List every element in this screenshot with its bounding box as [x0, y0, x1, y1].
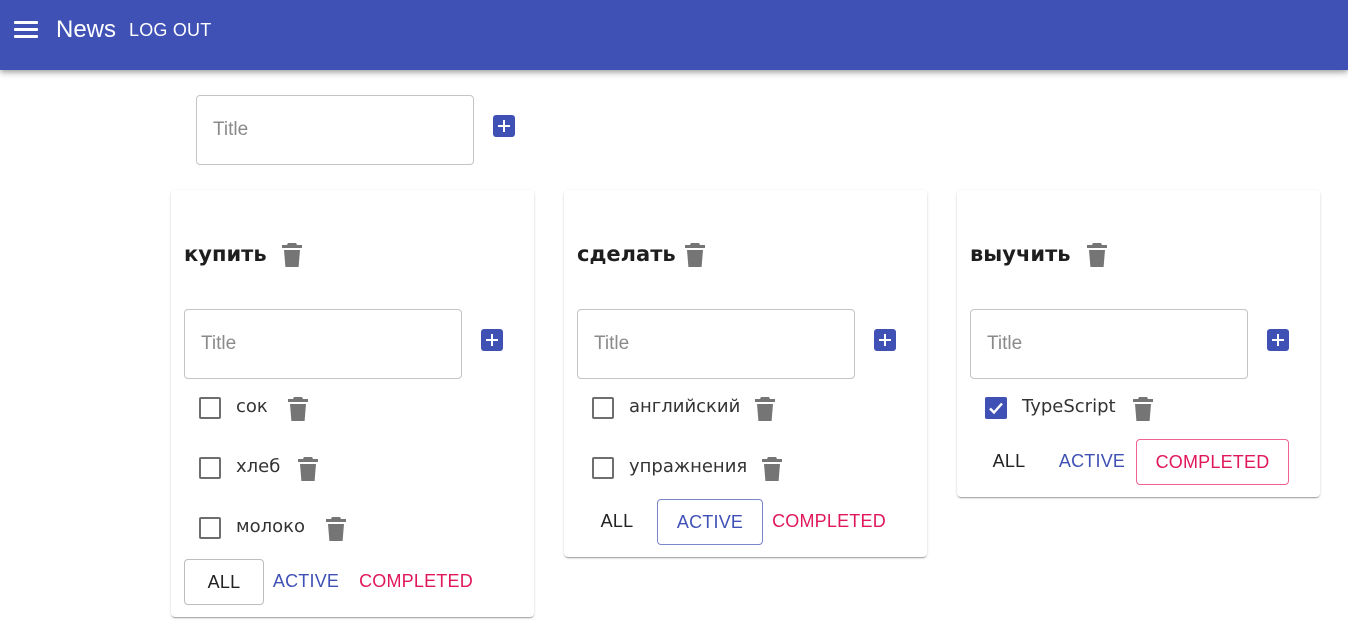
todolist-card: сделать английский упражнения ALL ACTIVE… — [564, 190, 927, 557]
add-task-button[interactable] — [1267, 329, 1289, 351]
add-task-button[interactable] — [481, 329, 503, 351]
add-task-button[interactable] — [874, 329, 896, 351]
task-label: TypeScript — [1022, 396, 1116, 417]
task-item: TypeScript — [957, 389, 1320, 429]
todolist-card: купить сок хлеб молоко ALL ACTIVE COMPLE… — [171, 190, 534, 617]
add-list-button[interactable] — [493, 115, 515, 137]
task-label: английский — [629, 396, 741, 417]
task-checkbox[interactable] — [985, 397, 1007, 419]
delete-task-icon[interactable] — [288, 397, 308, 421]
task-label: хлеб — [236, 456, 281, 477]
task-title-input[interactable] — [185, 310, 461, 378]
delete-task-icon[interactable] — [755, 397, 775, 421]
new-list-title-field[interactable] — [196, 95, 474, 165]
menu-icon[interactable] — [14, 20, 38, 40]
filter-active-button[interactable]: ACTIVE — [657, 499, 763, 545]
filter-active-button[interactable]: ACTIVE — [267, 559, 345, 605]
delete-task-icon[interactable] — [1133, 397, 1153, 421]
task-label: молоко — [236, 516, 305, 537]
task-label: упражнения — [629, 456, 748, 477]
task-title-field[interactable] — [577, 309, 855, 379]
task-checkbox[interactable] — [592, 457, 614, 479]
filter-all-button[interactable]: ALL — [577, 499, 657, 545]
task-label: сок — [236, 396, 268, 417]
filter-completed-button[interactable]: COMPLETED — [353, 559, 479, 605]
task-item: молоко — [171, 509, 534, 549]
delete-list-icon[interactable] — [685, 243, 705, 267]
delete-list-icon[interactable] — [282, 243, 302, 267]
task-checkbox[interactable] — [199, 517, 221, 539]
delete-task-icon[interactable] — [762, 457, 782, 481]
todolist-card: выучить TypeScript ALL ACTIVE COMPLETED — [957, 190, 1320, 497]
task-checkbox[interactable] — [199, 457, 221, 479]
task-item: хлеб — [171, 449, 534, 489]
app-title: News — [56, 16, 117, 43]
task-checkbox[interactable] — [199, 397, 221, 419]
task-item: упражнения — [564, 449, 927, 489]
task-checkbox[interactable] — [592, 397, 614, 419]
filter-all-button[interactable]: ALL — [970, 439, 1048, 485]
task-title-input[interactable] — [578, 310, 854, 378]
delete-task-icon[interactable] — [326, 517, 346, 541]
checkmark-icon — [989, 402, 1003, 415]
filter-completed-button[interactable]: COMPLETED — [1136, 439, 1289, 485]
todolist-title: сделать — [577, 242, 676, 266]
task-title-input[interactable] — [971, 310, 1247, 378]
filter-completed-button[interactable]: COMPLETED — [766, 499, 892, 545]
task-item: сок — [171, 389, 534, 429]
todolist-title: выучить — [970, 242, 1071, 266]
logout-button[interactable]: LOG OUT — [129, 19, 211, 41]
filter-active-button[interactable]: ACTIVE — [1053, 439, 1131, 485]
filter-all-button[interactable]: ALL — [184, 559, 264, 605]
todolist-title: купить — [184, 242, 267, 266]
task-item: английский — [564, 389, 927, 429]
delete-task-icon[interactable] — [298, 457, 318, 481]
new-list-title-input[interactable] — [197, 96, 473, 164]
delete-list-icon[interactable] — [1087, 243, 1107, 267]
task-title-field[interactable] — [184, 309, 462, 379]
task-title-field[interactable] — [970, 309, 1248, 379]
app-bar: News LOG OUT — [0, 0, 1348, 70]
